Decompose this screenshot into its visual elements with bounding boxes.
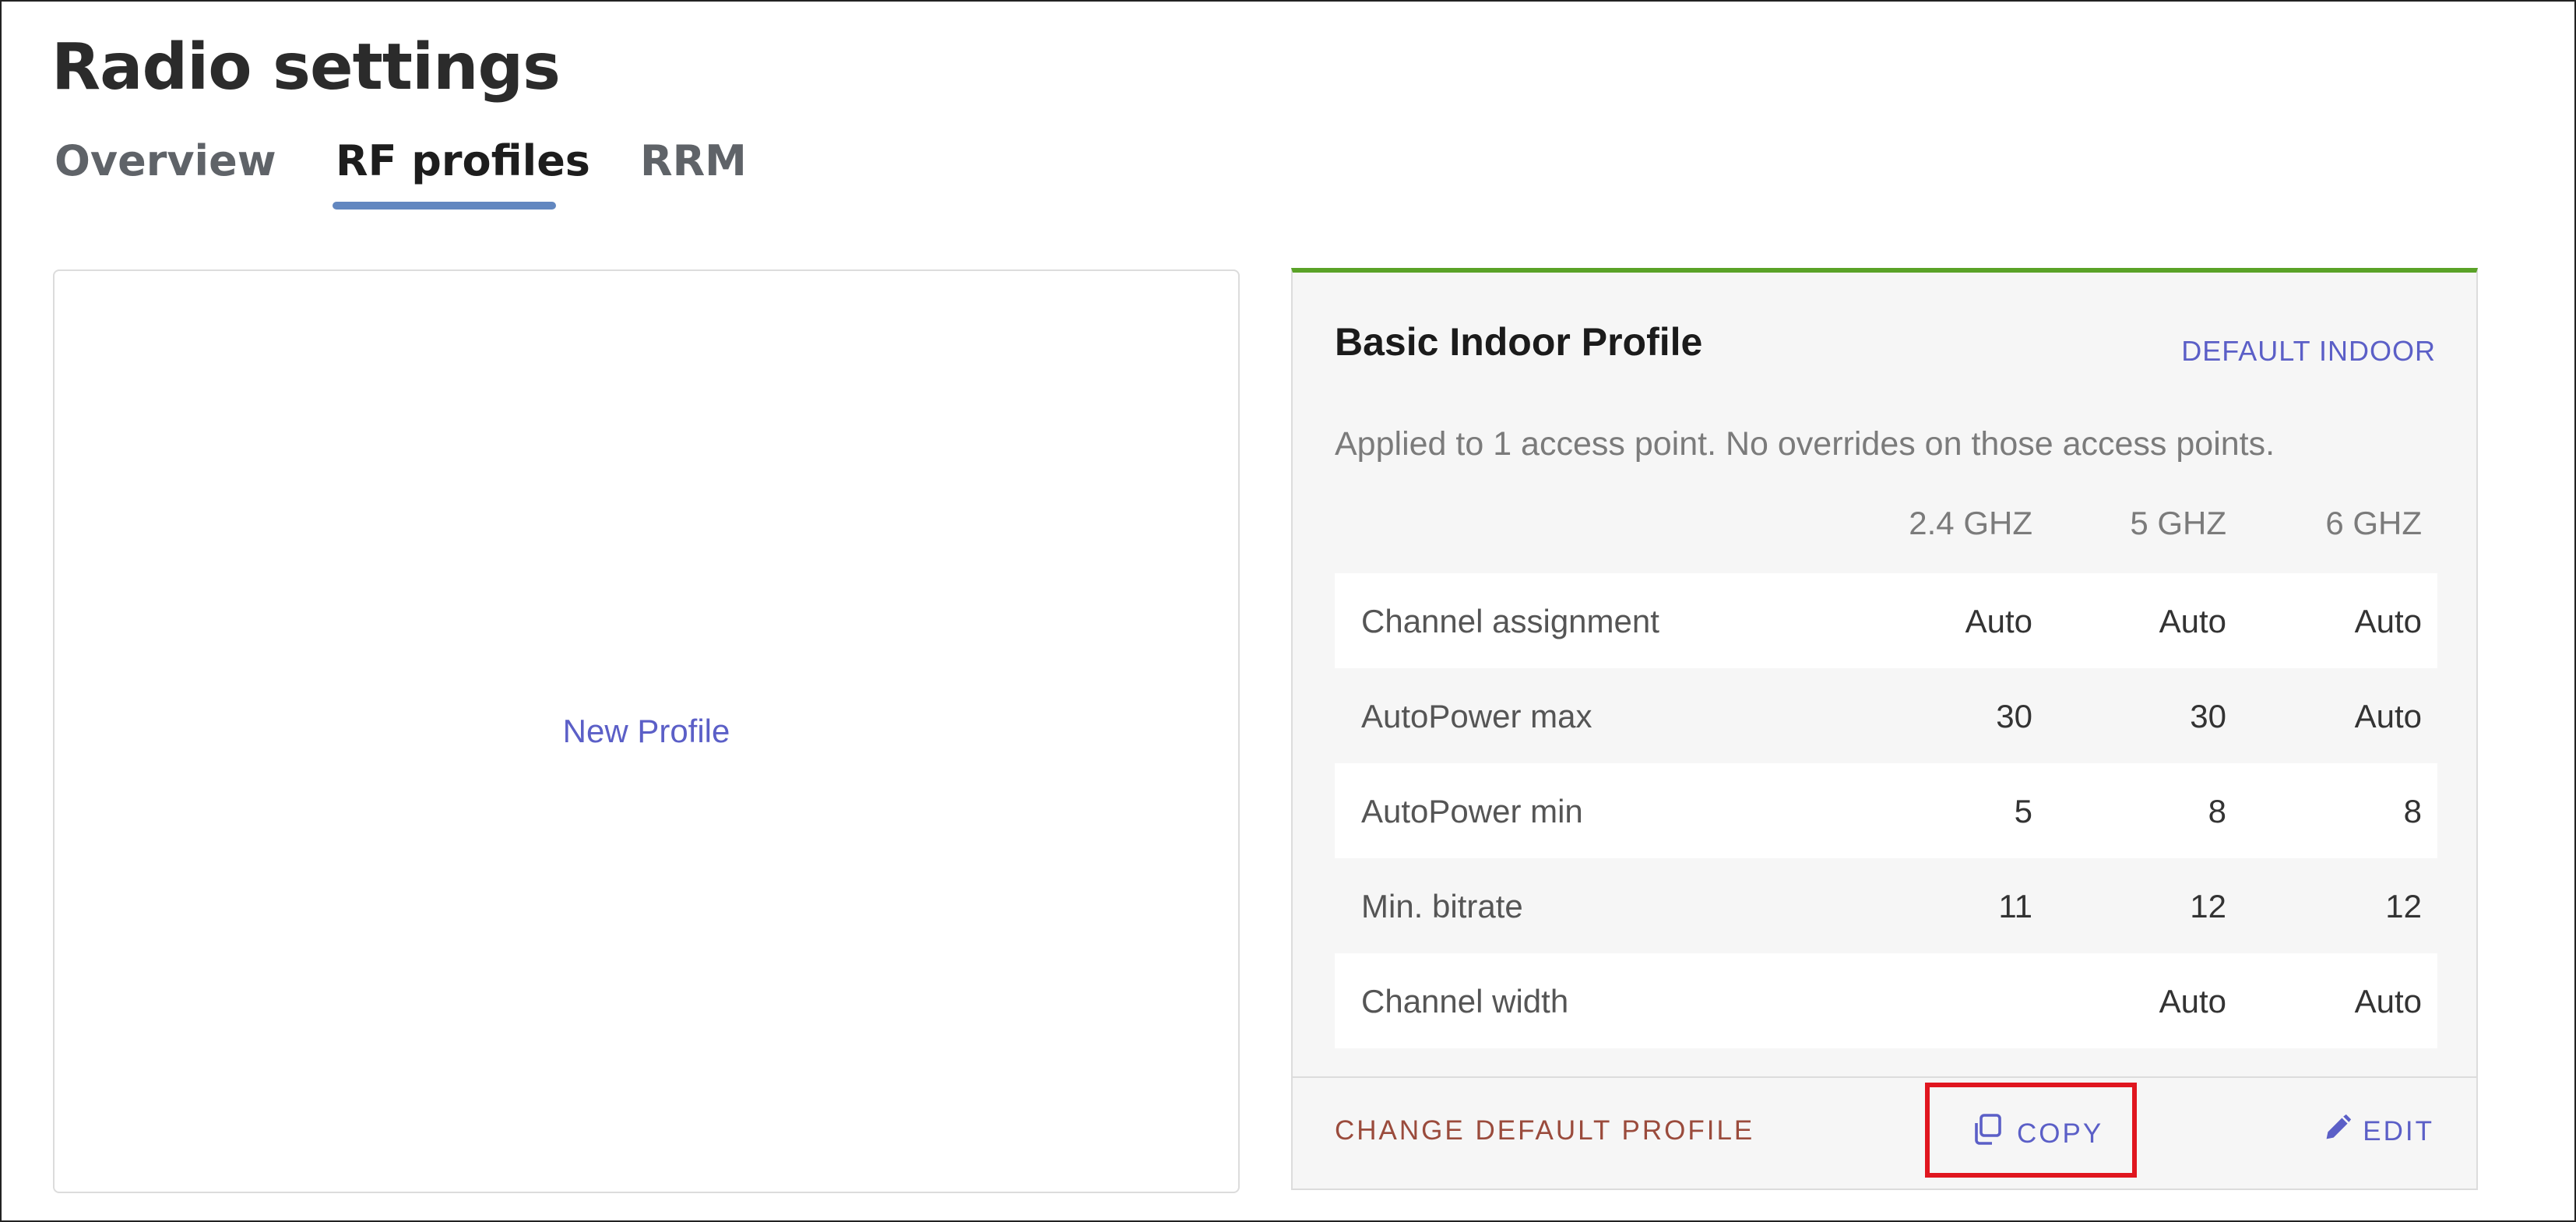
edit-label: EDIT: [2363, 1115, 2434, 1146]
copy-label: COPY: [2017, 1118, 2104, 1149]
new-profile-card[interactable]: New Profile: [53, 269, 1240, 1193]
value-2-4ghz: Auto: [1965, 603, 2032, 639]
edit-button[interactable]: EDIT: [2324, 1114, 2434, 1149]
row-label: AutoPower min: [1361, 793, 1583, 829]
value-5ghz: Auto: [2159, 983, 2226, 1020]
copy-icon: [1972, 1114, 2003, 1153]
row-label: AutoPower max: [1361, 698, 1592, 734]
card-footer: CHANGE DEFAULT PROFILE COPY EDIT: [1293, 1076, 2476, 1189]
value-6ghz: Auto: [2354, 603, 2422, 639]
value-2-4ghz: 5: [2014, 793, 2032, 829]
value-5ghz: 8: [2208, 793, 2226, 829]
row-label: Channel width: [1361, 983, 1569, 1020]
copy-button[interactable]: COPY: [1972, 1114, 2103, 1153]
profile-card: Basic Indoor Profile DEFAULT INDOOR Appl…: [1291, 268, 2478, 1190]
page-title: Radio settings: [51, 30, 561, 104]
value-6ghz: 8: [2403, 793, 2422, 829]
new-profile-link[interactable]: New Profile: [563, 713, 730, 750]
row-label: Min. bitrate: [1361, 888, 1523, 924]
row-label: Channel assignment: [1361, 603, 1659, 639]
tab-rrm[interactable]: RRM: [640, 130, 747, 192]
value-5ghz: 12: [2190, 888, 2226, 924]
table-row: Channel width Auto Auto: [1335, 953, 2437, 1048]
profile-title: Basic Indoor Profile: [1335, 320, 1703, 364]
table-row: AutoPower max 30 30 Auto: [1335, 668, 2437, 763]
default-indoor-badge: DEFAULT INDOOR: [2181, 335, 2436, 367]
tab-rf-profiles[interactable]: RF profiles: [336, 130, 590, 192]
settings-table: Channel assignment Auto Auto Auto AutoPo…: [1335, 573, 2437, 1048]
value-2-4ghz: 30: [1996, 698, 2032, 734]
value-2-4ghz: 11: [1998, 888, 2032, 924]
value-6ghz: Auto: [2354, 698, 2422, 734]
band-header-6ghz: 6 GHZ: [2325, 505, 2422, 541]
app-frame: Radio settings Overview RF profiles RRM …: [0, 0, 2576, 1222]
table-row: AutoPower min 5 8 8: [1335, 763, 2437, 858]
applied-text: Applied to 1 access point. No overrides …: [1335, 425, 2275, 463]
value-5ghz: Auto: [2159, 603, 2226, 639]
pencil-icon: [2324, 1114, 2352, 1149]
change-default-profile-button[interactable]: CHANGE DEFAULT PROFILE: [1335, 1115, 1754, 1146]
table-row: Min. bitrate 11 12 12: [1335, 858, 2437, 953]
table-row: Channel assignment Auto Auto Auto: [1335, 573, 2437, 668]
tab-overview[interactable]: Overview: [55, 130, 276, 192]
band-header-5ghz: 5 GHZ: [2130, 505, 2226, 541]
value-5ghz: 30: [2190, 698, 2226, 734]
value-6ghz: 12: [2385, 888, 2422, 924]
value-6ghz: Auto: [2354, 983, 2422, 1020]
band-header-2-4ghz: 2.4 GHZ: [1909, 505, 2032, 541]
active-tab-indicator: [333, 202, 556, 210]
